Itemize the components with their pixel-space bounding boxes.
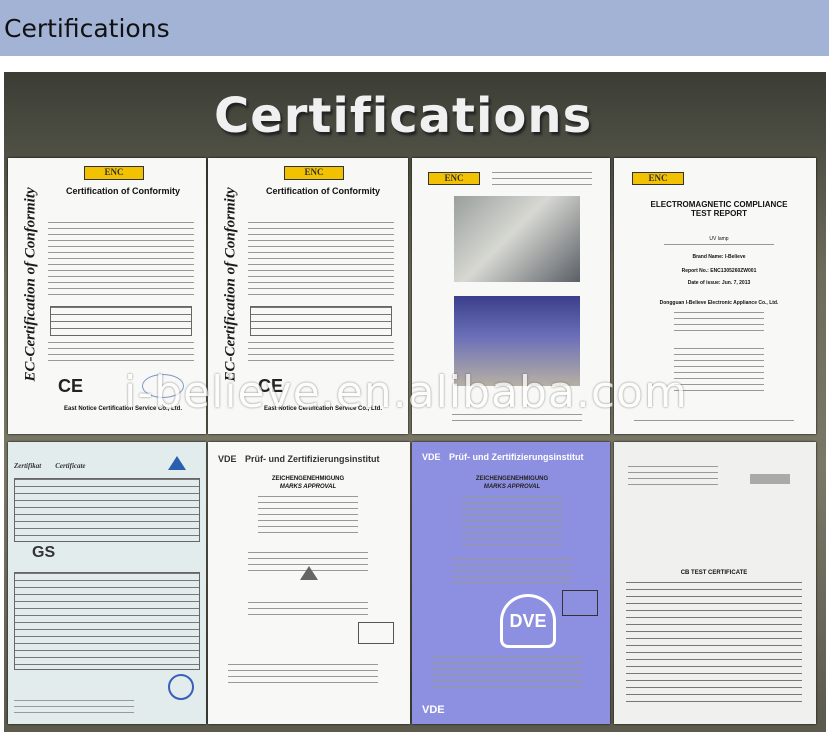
vde-triangle-icon xyxy=(300,566,318,580)
certificate-notes xyxy=(48,342,194,366)
report-heading: ELECTROMAGNETIC COMPLIANCE TEST REPORT xyxy=(650,200,788,218)
certificate-body xyxy=(48,222,194,298)
copy-stamp xyxy=(358,622,394,644)
approval-footer xyxy=(432,656,582,690)
certificate-table xyxy=(14,478,200,542)
vde-institut: Prüf- und Zertifizierungsinstitut xyxy=(245,454,380,464)
tuv-stamp-icon xyxy=(168,674,194,700)
vde-header: VDE Prüf- und Zertifizierungsinstitut xyxy=(422,452,584,462)
approval-body xyxy=(258,496,358,536)
tuv-logo-icon xyxy=(168,456,186,470)
vde-marks-approval-1[interactable]: VDE Prüf- und Zertifizierungsinstitut ZE… xyxy=(208,442,410,724)
cb-test-certificate[interactable]: CB TEST CERTIFICATE xyxy=(614,442,816,724)
vde-logo: VDE xyxy=(422,452,441,462)
vde-marks-approval-2[interactable]: VDE Prüf- und Zertifizierungsinstitut ZE… xyxy=(412,442,610,724)
certifications-banner: Certifications ENC EC-Certification of C… xyxy=(4,72,826,732)
test-setup-photo-1 xyxy=(454,196,580,282)
enc-logo: ENC xyxy=(632,172,684,185)
report-number: Report No.: ENC1305260ZW001 xyxy=(681,268,757,274)
dve-mark-icon: DVE xyxy=(500,594,556,648)
alibaba-watermark: i-believe.en.alibaba.com xyxy=(124,367,688,418)
iec-header xyxy=(628,466,718,488)
vde-logo: VDE xyxy=(218,454,237,464)
report-header-lines xyxy=(492,172,592,188)
standards-table xyxy=(250,306,392,336)
tuv-gs-certificate[interactable]: Zertifikat Certificate GS xyxy=(8,442,206,724)
certificate-details xyxy=(14,572,200,670)
product-name: UV lamp xyxy=(709,236,729,242)
header-box xyxy=(750,474,790,484)
manufacturer-address xyxy=(674,312,764,336)
brand-name: Brand Name: I-Believe xyxy=(692,254,746,260)
approval-footer xyxy=(228,664,378,688)
vde-footer-logo: VDE xyxy=(422,704,445,716)
page-title: Certifications xyxy=(4,14,170,43)
cb-heading: CB TEST CERTIFICATE xyxy=(680,570,748,576)
enc-logo: ENC xyxy=(428,172,480,185)
vde-institut: Prüf- und Zertifizierungsinstitut xyxy=(449,452,584,462)
gs-mark-icon: GS xyxy=(32,544,56,561)
enc-logo: ENC xyxy=(284,166,344,180)
vde-header: VDE Prüf- und Zertifizierungsinstitut xyxy=(218,454,380,464)
approval-heading: ZEICHENGENEHMIGUNG xyxy=(271,476,345,482)
report-footer xyxy=(634,420,794,426)
approval-heading: ZEICHENGENEHMIGUNG xyxy=(475,476,549,482)
zertifikat-label: Zertifikat xyxy=(14,462,42,470)
enc-logo: ENC xyxy=(84,166,144,180)
approval-subheading: MARKS APPROVAL xyxy=(483,484,541,490)
copy-stamp xyxy=(562,590,598,616)
approval-notes xyxy=(248,602,368,616)
cb-table xyxy=(626,582,802,706)
banner-title: Certifications xyxy=(214,88,593,144)
certificate-body xyxy=(248,222,394,298)
ce-mark-icon: CE xyxy=(58,376,84,396)
certificate-footer xyxy=(14,700,134,714)
certificate-title: Zertifikat Certificate xyxy=(14,462,86,470)
approval-body xyxy=(462,496,562,546)
issue-date: Date of issue: Jun. 7, 2013 xyxy=(687,280,751,286)
page-header: Certifications xyxy=(0,0,829,56)
standards-table xyxy=(50,306,192,336)
approval-subheading: MARKS APPROVAL xyxy=(279,484,337,490)
model-lines xyxy=(664,244,774,250)
certificate-heading: Certification of Conformity xyxy=(266,186,380,196)
certificate-label: Certificate xyxy=(55,462,86,470)
vertical-title: EC-Certification of Conformity xyxy=(222,187,239,382)
certificate-heading: Certification of Conformity xyxy=(66,186,180,196)
vertical-title: EC-Certification of Conformity xyxy=(22,187,39,382)
approval-text xyxy=(452,558,572,586)
manufacturer: Dongguan I-Believe Electronic Appliance … xyxy=(659,300,779,306)
certificate-notes xyxy=(248,342,394,366)
